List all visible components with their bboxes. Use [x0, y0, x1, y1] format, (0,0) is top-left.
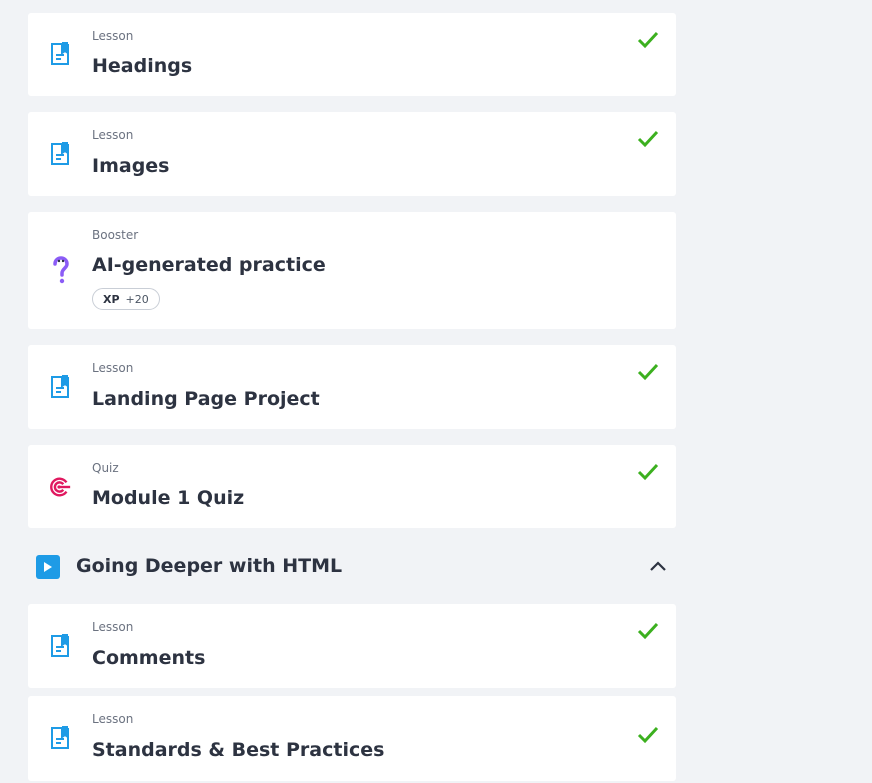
lesson-doc-icon — [48, 140, 72, 168]
item-type-label: Lesson — [92, 712, 134, 726]
item-type-label: Lesson — [92, 29, 134, 43]
item-type-label: Quiz — [92, 461, 119, 475]
check-icon — [637, 363, 659, 381]
quiz-card[interactable]: Quiz Module 1 Quiz — [28, 445, 676, 528]
xp-badge: XP +20 — [92, 288, 160, 310]
lesson-doc-icon — [48, 632, 72, 660]
item-title: Standards & Best Practices — [92, 739, 385, 761]
check-icon — [637, 130, 659, 148]
section-title: Going Deeper with HTML — [76, 555, 343, 577]
lesson-doc-icon — [48, 724, 72, 752]
item-title: Images — [92, 155, 170, 177]
item-title: Module 1 Quiz — [92, 487, 245, 509]
booster-card[interactable]: Booster AI-generated practice XP +20 — [28, 212, 676, 329]
item-title: AI-generated practice — [92, 254, 326, 276]
lesson-card[interactable]: Lesson Comments — [28, 604, 676, 688]
question-mark-icon — [48, 256, 72, 284]
item-type-label: Lesson — [92, 128, 134, 142]
target-icon — [48, 473, 72, 501]
section-header[interactable]: Going Deeper with HTML — [28, 547, 676, 585]
lesson-doc-icon — [48, 40, 72, 68]
xp-value: +20 — [125, 292, 149, 306]
xp-label: XP — [103, 292, 120, 306]
item-title: Comments — [92, 647, 206, 669]
lesson-card[interactable]: Lesson Landing Page Project — [28, 345, 676, 429]
item-title: Landing Page Project — [92, 388, 320, 410]
check-icon — [637, 31, 659, 49]
check-icon — [637, 726, 659, 744]
chevron-up-icon[interactable] — [648, 556, 668, 576]
item-type-label: Lesson — [92, 620, 134, 634]
lesson-doc-icon — [48, 373, 72, 401]
item-type-label: Lesson — [92, 361, 134, 375]
item-title: Headings — [92, 55, 193, 77]
lesson-card[interactable]: Lesson Images — [28, 112, 676, 196]
item-type-label: Booster — [92, 228, 139, 242]
play-icon — [36, 555, 60, 579]
check-icon — [637, 463, 659, 481]
lesson-card[interactable]: Lesson Headings — [28, 13, 676, 96]
lesson-card[interactable]: Lesson Standards & Best Practices — [28, 696, 676, 781]
check-icon — [637, 622, 659, 640]
